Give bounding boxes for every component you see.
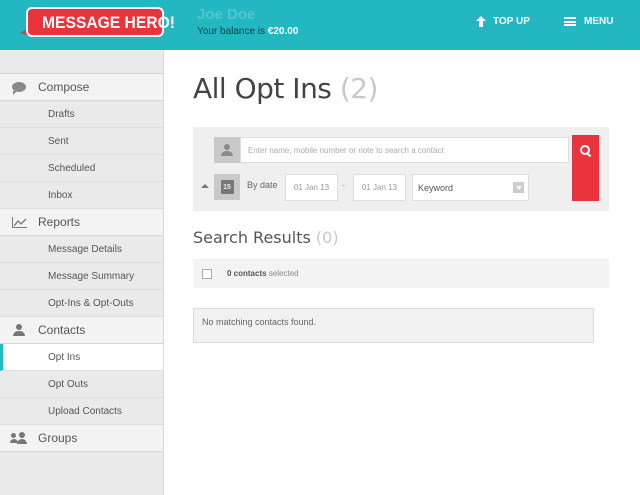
chart-icon xyxy=(11,216,27,228)
selection-bar: 0 contacts selected xyxy=(193,259,609,288)
sidebar-section-reports[interactable]: Reports xyxy=(0,209,163,236)
groups-icon xyxy=(10,432,27,444)
contact-search-icon-box xyxy=(214,137,240,163)
sidebar-item-opt-outs[interactable]: Opt Outs xyxy=(0,371,163,398)
user-icon xyxy=(221,144,233,156)
top-up-button[interactable]: TOP UP xyxy=(476,16,530,27)
logo-text: MESSAGE HERO! xyxy=(42,13,175,32)
contact-search-input[interactable]: Enter name, mobile number or note to sea… xyxy=(240,137,569,163)
keyword-select[interactable]: Keyword xyxy=(412,174,529,201)
date-separator: - xyxy=(342,180,345,190)
balance-value: €20.00 xyxy=(267,26,299,37)
sidebar-item-opt-ins[interactable]: Opt Ins xyxy=(0,344,163,371)
top-header: MESSAGE HERO! Joe Doe Your balance is €2… xyxy=(0,0,640,50)
logo-badge: MESSAGE HERO! xyxy=(26,7,175,37)
hamburger-icon xyxy=(564,17,576,26)
keyword-select-value: Keyword xyxy=(418,182,454,193)
menu-label: MENU xyxy=(584,16,614,27)
selected-count: 0 contacts xyxy=(227,269,267,278)
sidebar-item-drafts[interactable]: Drafts xyxy=(0,101,163,128)
search-button[interactable] xyxy=(572,135,599,201)
search-icon xyxy=(580,145,591,156)
search-results-title-text: Search Results xyxy=(193,228,311,247)
chevron-down-icon xyxy=(513,182,524,193)
selected-suffix: selected xyxy=(268,269,299,278)
user-icon xyxy=(13,324,25,336)
date-from-input[interactable]: 01 Jan 13 xyxy=(285,174,338,201)
sidebar: Compose Drafts Sent Scheduled Inbox Repo… xyxy=(0,50,164,495)
sidebar-item-upload-contacts[interactable]: Upload Contacts xyxy=(0,398,163,425)
by-date-label: By date xyxy=(247,180,278,190)
sidebar-item-scheduled[interactable]: Scheduled xyxy=(0,155,163,182)
balance-info: Your balance is €20.00 xyxy=(197,26,298,37)
sidebar-item-opt-ins-opt-outs[interactable]: Opt-Ins & Opt-Outs xyxy=(0,290,163,317)
sidebar-item-message-details[interactable]: Message Details xyxy=(0,236,163,263)
sidebar-section-groups[interactable]: Groups xyxy=(0,425,163,452)
calendar-icon-box[interactable]: 15 xyxy=(214,174,240,200)
page-title: All Opt Ins (2) xyxy=(193,72,378,105)
calendar-icon: 15 xyxy=(220,180,234,194)
arrow-up-icon xyxy=(476,16,486,27)
empty-results-message: No matching contacts found. xyxy=(193,308,594,343)
search-results-count: (0) xyxy=(315,228,339,247)
select-all-checkbox[interactable] xyxy=(202,269,212,279)
menu-button[interactable]: MENU xyxy=(564,16,613,27)
collapse-filters-icon[interactable] xyxy=(201,184,209,188)
balance-label: Your balance is xyxy=(197,26,266,37)
sidebar-section-label: Compose xyxy=(38,80,90,94)
selected-count-text: 0 contacts selected xyxy=(227,269,299,278)
page-title-count: (2) xyxy=(339,72,379,105)
sidebar-spacer xyxy=(0,50,163,74)
sidebar-section-compose[interactable]: Compose xyxy=(0,74,163,101)
top-up-label: TOP UP xyxy=(493,16,530,27)
page-title-text: All Opt Ins xyxy=(193,72,332,105)
sidebar-section-label: Reports xyxy=(38,215,81,229)
sidebar-section-label: Contacts xyxy=(38,323,86,337)
account-name: Joe Doe xyxy=(197,6,256,23)
date-to-input[interactable]: 01 Jan 13 xyxy=(353,174,406,201)
sidebar-section-label: Groups xyxy=(38,431,78,445)
search-panel: Enter name, mobile number or note to sea… xyxy=(193,127,609,211)
search-results-title: Search Results (0) xyxy=(193,228,339,247)
compose-icon xyxy=(12,82,26,95)
sidebar-section-contacts[interactable]: Contacts xyxy=(0,317,163,344)
sidebar-item-inbox[interactable]: Inbox xyxy=(0,182,163,209)
sidebar-item-sent[interactable]: Sent xyxy=(0,128,163,155)
sidebar-item-message-summary[interactable]: Message Summary xyxy=(0,263,163,290)
